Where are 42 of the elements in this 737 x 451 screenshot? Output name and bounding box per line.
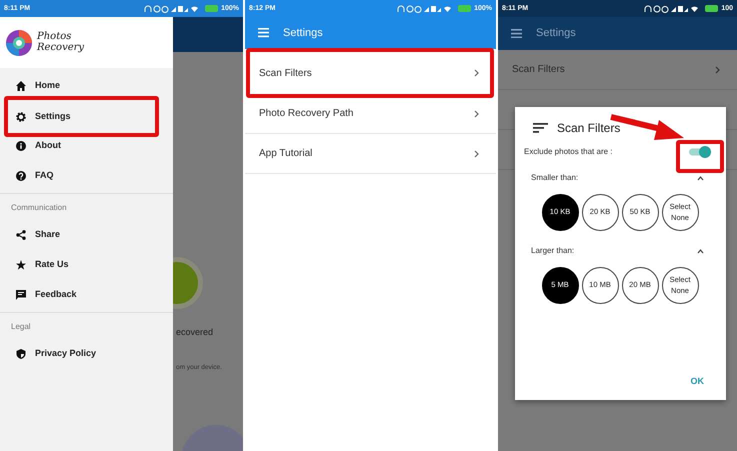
logo-icon — [6, 30, 32, 56]
home-icon — [16, 81, 26, 91]
screen-title: Settings — [283, 26, 323, 41]
settings-row[interactable]: Scan Filters — [246, 48, 494, 98]
dialog-title: Scan Filters — [557, 120, 620, 137]
star-icon — [16, 260, 26, 270]
menu-item[interactable]: Privacy Policy — [0, 339, 173, 369]
share-icon — [16, 230, 26, 240]
app-bar — [173, 17, 243, 52]
collapse-icon[interactable] — [697, 248, 704, 254]
toggle-label: Exclude photos that are : — [524, 146, 612, 158]
chevron-icon — [715, 66, 720, 74]
menu-icon[interactable] — [511, 28, 522, 38]
menu-item[interactable]: Rate Us — [0, 250, 173, 280]
menu-item[interactable]: Share — [0, 220, 173, 250]
chevron-icon — [474, 69, 479, 77]
menu-item[interactable]: Feedback — [0, 280, 173, 310]
screen-title: Settings — [536, 26, 576, 42]
feedback-icon — [16, 290, 26, 300]
settings-row[interactable]: App Tutorial — [245, 134, 496, 174]
battery-icon — [705, 5, 718, 12]
menu-icon[interactable] — [258, 28, 269, 38]
logo-text: Photos Recovery — [37, 32, 84, 53]
group-label: Larger than: — [531, 245, 574, 257]
background-text: ecovered — [176, 326, 214, 339]
settings-row[interactable]: Photo Recovery Path — [245, 94, 496, 134]
menu-item[interactable]: Settings — [4, 96, 159, 137]
info-icon — [16, 141, 26, 151]
collapse-icon[interactable] — [697, 176, 704, 180]
shield-icon — [16, 349, 26, 359]
group-label: Smaller than: — [531, 172, 578, 184]
battery-icon — [205, 5, 218, 12]
chevron-icon — [474, 110, 479, 118]
menu-item[interactable]: FAQ — [0, 161, 173, 191]
toggle-switch[interactable] — [688, 146, 712, 158]
chevron-icon — [474, 150, 479, 158]
section-header: Legal — [10, 321, 32, 333]
help-icon — [16, 171, 26, 181]
sort-icon — [533, 123, 548, 133]
settings-icon — [16, 112, 26, 122]
battery-icon — [458, 5, 472, 12]
section-header: Communication — [10, 202, 68, 214]
